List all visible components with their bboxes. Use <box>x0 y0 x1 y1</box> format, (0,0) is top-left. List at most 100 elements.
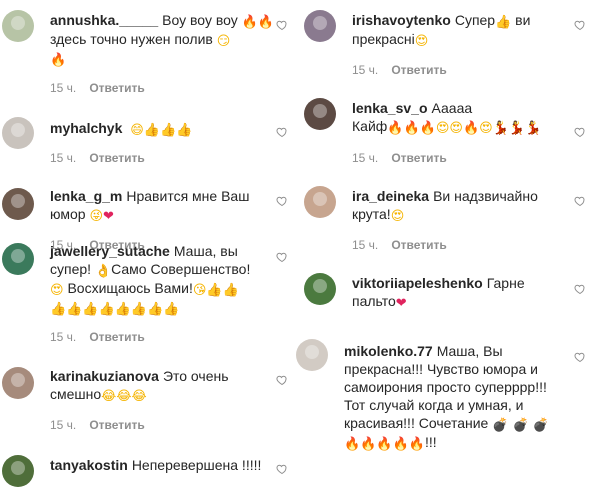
like-heart-icon[interactable] <box>276 463 288 475</box>
comment-text: annushka._____ Воу воу воу 🔥🔥 здесь точно… <box>50 11 275 68</box>
comment-body: Воу воу воу <box>162 12 238 28</box>
comment-meta: 15 ч. Ответить <box>50 330 145 344</box>
comment-body-line: супер! <box>50 261 92 277</box>
comment-body: Гарне <box>486 275 525 291</box>
reply-button[interactable]: Ответить <box>391 63 446 77</box>
comment-username[interactable]: viktoriiapeleshenko <box>352 275 483 291</box>
comment-body: Маша, Вы <box>436 343 503 359</box>
comment-text: mikolenko.77 Маша, Вы прекрасна!!! Чувств… <box>344 342 574 452</box>
comment-text: tanyakostin Неперевершена !!!!! <box>50 456 275 474</box>
wink-emoji-icon: 😜 <box>89 209 103 224</box>
reply-button[interactable]: Ответить <box>89 330 144 344</box>
ok-hand-emoji-icon: 👌 <box>94 264 112 279</box>
like-heart-icon[interactable] <box>574 126 586 138</box>
like-heart-icon[interactable] <box>574 195 586 207</box>
comment-username[interactable]: karinakuzianova <box>50 368 159 384</box>
comment-body-line: крута! <box>352 206 391 222</box>
avatar[interactable] <box>304 10 336 42</box>
comment-username[interactable]: lenka_g_m <box>50 188 122 204</box>
comment-meta: 15 ч. Ответить <box>50 151 145 165</box>
reply-button[interactable]: Ответить <box>89 81 144 95</box>
kiss-emoji-icon: 😘 <box>192 283 207 298</box>
fire-emoji-icon: 🔥🔥🔥 <box>387 121 436 136</box>
like-heart-icon[interactable] <box>276 19 288 31</box>
comment-meta: 15 ч. Ответить <box>50 81 145 95</box>
comment-username[interactable]: lenka_sv_o <box>352 100 428 116</box>
comment-text: lenka_g_m Нравится мне Ваш юмор 😜❤ <box>50 187 275 224</box>
comment-body-line: Сочетание <box>418 415 489 431</box>
like-heart-icon[interactable] <box>276 374 288 386</box>
comment-time: 15 ч. <box>50 151 77 165</box>
comment-text: karinakuzianova Это очень смешно😂😂😂 <box>50 367 275 404</box>
like-heart-icon[interactable] <box>574 351 586 363</box>
comment-username[interactable]: annushka._____ <box>50 12 158 28</box>
avatar[interactable] <box>2 188 34 220</box>
heart-eyes-emoji-icon: 😍😍 <box>435 121 463 136</box>
avatar[interactable] <box>304 98 336 130</box>
comment-username[interactable]: mikolenko.77 <box>344 343 433 359</box>
comment-body-line: !!! <box>424 434 437 450</box>
comment-body-line: Кайф <box>352 118 388 134</box>
heart-eyes-emoji-icon: 😍 <box>390 209 405 224</box>
comment-body: Ааааа <box>431 100 473 116</box>
reply-button[interactable]: Ответить <box>89 151 144 165</box>
reply-button[interactable]: Ответить <box>89 418 144 432</box>
avatar[interactable] <box>2 10 34 42</box>
comment-body-line: здесь точно нужен полив <box>50 31 213 47</box>
reply-button[interactable]: Ответить <box>391 151 446 165</box>
comment-body-line: Само Совершенство! <box>111 261 251 277</box>
thumbs-up-emoji-icon: 👍👍 <box>206 283 239 298</box>
like-heart-icon[interactable] <box>574 283 586 295</box>
comment-body: Супер <box>454 12 496 28</box>
comment-username[interactable]: jawellery_sutache <box>50 243 170 259</box>
thumbs-up-emoji-icon: 👍👍👍 <box>143 123 193 138</box>
comment-time: 15 ч. <box>352 238 379 252</box>
comment-meta: 15 ч. Ответить <box>352 63 447 77</box>
comment-body: Это очень <box>162 368 229 384</box>
heart-eyes-emoji-icon: 😍 <box>50 283 64 298</box>
comment-body: Ви надзвичайно <box>433 188 538 204</box>
avatar[interactable] <box>2 117 34 149</box>
comment-text: ira_deineka Ви надзвичайно крута!😍 <box>352 187 572 224</box>
comment-body: Маша, вы <box>173 243 238 259</box>
like-heart-icon[interactable] <box>574 19 586 31</box>
comment-text: myhalchyk 😄👍👍👍 <box>50 119 275 138</box>
comment-text: lenka_sv_o Ааааа Кайф🔥🔥🔥😍😍🔥😍💃💃💃 <box>352 99 572 136</box>
grin-emoji-icon: 😄 <box>130 123 144 138</box>
comment-body-line: Восхищаюсь Вами! <box>67 280 193 296</box>
fire-emoji-icon: 🔥🔥 <box>241 15 275 30</box>
comment-time: 15 ч. <box>50 81 77 95</box>
comment-body-line: Чувство юмора и <box>426 361 538 377</box>
avatar[interactable] <box>2 367 34 399</box>
heart-eyes-emoji-icon: 😍 <box>479 121 493 136</box>
heart-emoji-icon: ❤ <box>103 209 114 224</box>
like-heart-icon[interactable] <box>276 195 288 207</box>
comment-body-line: красивая!!! <box>344 415 415 431</box>
comment-text: viktoriiapeleshenko Гарне пальто❤ <box>352 274 572 311</box>
comment-body-line: пальто <box>352 293 396 309</box>
avatar[interactable] <box>2 455 34 487</box>
comment-time: 15 ч. <box>352 63 379 77</box>
like-heart-icon[interactable] <box>276 126 288 138</box>
thumbs-up-emoji-icon: 👍 <box>495 15 512 30</box>
avatar[interactable] <box>296 339 328 371</box>
comment-body-line: Тот случай когда и умная, и <box>344 397 524 413</box>
comment-body: Нравится мне Ваш <box>126 188 250 204</box>
avatar[interactable] <box>304 273 336 305</box>
comment-username[interactable]: ira_deineka <box>352 188 429 204</box>
thumbs-up-emoji-icon: 👍👍👍👍👍👍👍👍 <box>50 302 180 317</box>
like-heart-icon[interactable] <box>276 251 288 263</box>
bomb-emoji-icon: 💣 💣 💣 <box>492 418 550 433</box>
comment-time: 15 ч. <box>50 330 77 344</box>
comment-username[interactable]: irishavoytenko <box>352 12 451 28</box>
comment-body-line: прекрасна!!! <box>344 361 424 377</box>
reply-button[interactable]: Ответить <box>391 238 446 252</box>
avatar[interactable] <box>2 243 34 275</box>
comment-time: 15 ч. <box>50 418 77 432</box>
comment-username[interactable]: myhalchyk <box>50 120 122 136</box>
heart-emoji-icon: ❤ <box>395 296 407 311</box>
comment-username[interactable]: tanyakostin <box>50 457 128 473</box>
comment-body: Неперевершена !!!!! <box>131 457 262 473</box>
dancer-emoji-icon: 💃💃💃 <box>492 121 542 136</box>
avatar[interactable] <box>304 186 336 218</box>
